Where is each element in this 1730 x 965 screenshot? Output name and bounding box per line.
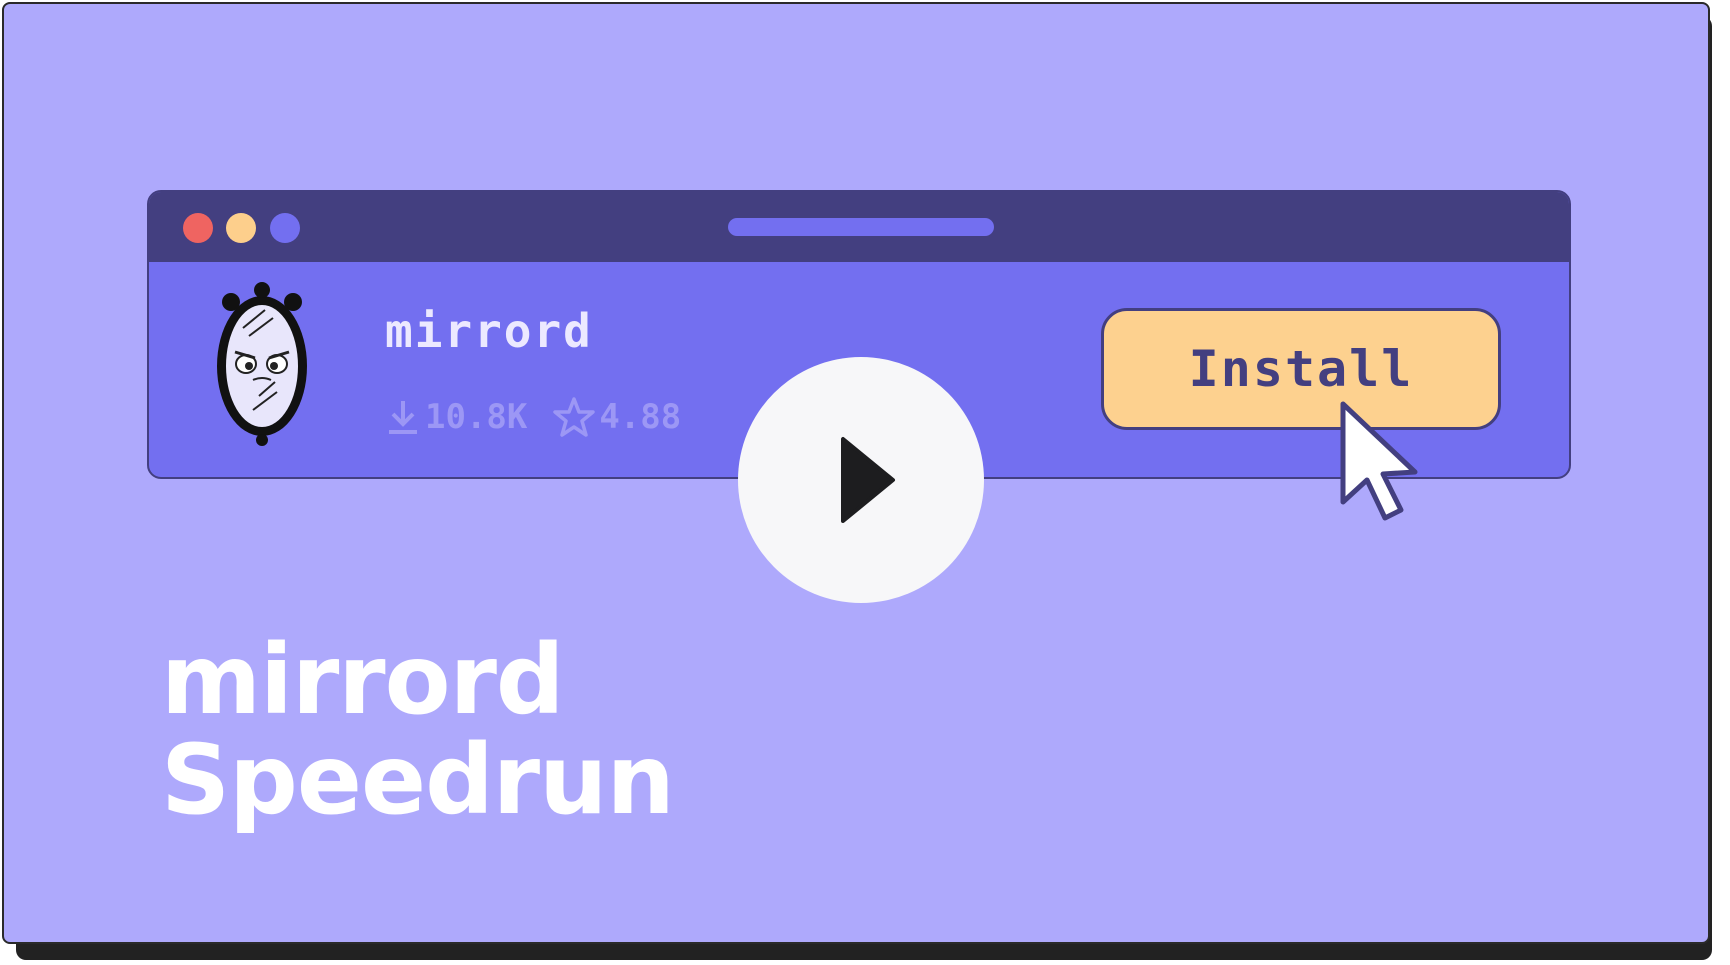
window-titlebar (149, 192, 1569, 262)
download-icon (389, 401, 417, 434)
rating: 4.88 (553, 396, 681, 438)
extension-name: mirrord (385, 304, 593, 358)
star-icon (553, 397, 596, 437)
play-icon (841, 437, 895, 523)
video-title-line-2: Speedrun (161, 724, 675, 836)
window-close-dot (183, 213, 213, 243)
download-count: 10.8K (385, 397, 527, 437)
download-count-value: 10.8K (425, 397, 528, 437)
window-minimize-dot (226, 213, 256, 243)
cursor-pointer-icon (1340, 401, 1418, 521)
video-title: mirrord Speedrun (161, 624, 675, 836)
window-maximize-dot (270, 213, 300, 243)
thumbnail-canvas: mirrord 10.8K 4.88 Install mirrord Speed… (2, 2, 1710, 944)
url-bar (728, 218, 994, 236)
extension-stats: 10.8K 4.88 (385, 392, 707, 442)
video-title-line-1: mirrord (161, 624, 565, 736)
video-thumbnail: mirrord 10.8K 4.88 Install mirrord Speed… (0, 0, 1730, 965)
mirror-logo-icon (217, 282, 307, 446)
rating-value: 4.88 (599, 397, 682, 437)
install-button[interactable]: Install (1101, 308, 1501, 430)
play-button[interactable] (738, 357, 984, 603)
